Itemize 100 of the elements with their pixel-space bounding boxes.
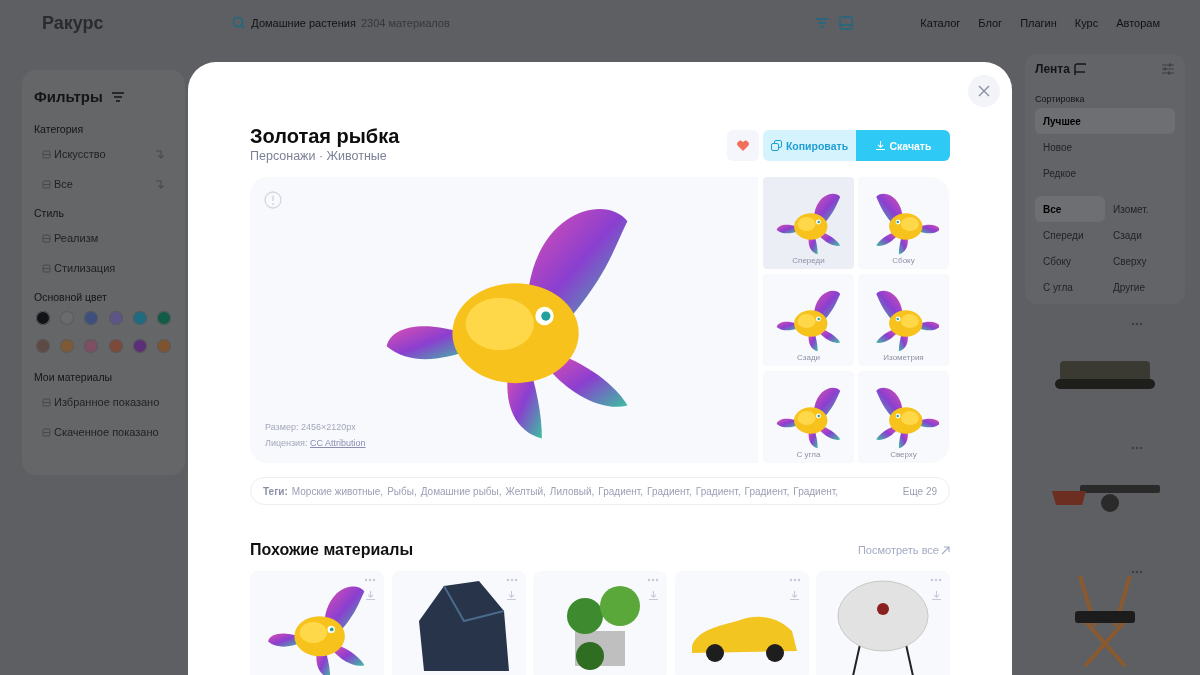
filter-item[interactable]: Скаченное показано: [34, 417, 173, 447]
view-thumbnail[interactable]: Сверху: [858, 371, 949, 463]
nav-link[interactable]: Блог: [978, 17, 1003, 29]
color-swatch[interactable]: [132, 339, 147, 353]
tag-link[interactable]: Рыбы,: [387, 485, 417, 497]
view-thumbnail[interactable]: Спереди: [763, 177, 854, 269]
fish-drawing: [776, 193, 840, 255]
color-swatch[interactable]: [84, 339, 99, 353]
section-heading: Основной цвет: [34, 291, 108, 303]
view-option[interactable]: Спереди: [1035, 222, 1105, 248]
breadcrumb: Персонажи · Животные: [250, 149, 388, 163]
square-icon: [42, 427, 51, 437]
favorite-button[interactable]: [727, 130, 759, 161]
download-icon: [874, 140, 886, 151]
square-icon: [42, 179, 51, 189]
material-title: Золотая рыбка: [250, 124, 400, 148]
tag-link[interactable]: Градиент,: [695, 485, 741, 497]
color-swatch[interactable]: [156, 339, 171, 353]
view-thumbnail[interactable]: Сбоку: [858, 177, 949, 269]
view-option[interactable]: Сзади: [1105, 222, 1175, 248]
view-option[interactable]: Изомет.: [1105, 196, 1175, 222]
license-link[interactable]: CC Attribution: [310, 438, 366, 448]
download-icon[interactable]: [506, 590, 517, 601]
tag-link[interactable]: Градиент,: [598, 485, 644, 497]
section-heading: Категория: [34, 123, 85, 135]
fish-drawing: [776, 387, 840, 449]
tag-link[interactable]: Градиент,: [647, 485, 692, 497]
more-icon[interactable]: [1131, 446, 1143, 450]
tag-link[interactable]: Желтый,: [505, 485, 546, 497]
square-icon: [42, 397, 51, 407]
close-button[interactable]: [968, 75, 1000, 107]
color-swatch[interactable]: [108, 339, 123, 353]
tag-link[interactable]: Градиент,: [793, 485, 839, 497]
thumbnail-label: Изометрия: [883, 353, 924, 362]
thumbnail-label: Сверху: [890, 450, 917, 459]
close-icon: [978, 85, 990, 97]
download-button[interactable]: Скачать: [856, 130, 950, 161]
download-icon[interactable]: [789, 590, 800, 601]
nav-link[interactable]: Авторам: [1116, 17, 1160, 29]
sort-option[interactable]: Редкое: [1035, 160, 1175, 186]
filter-item[interactable]: Искусство: [34, 139, 173, 169]
color-swatch[interactable]: [156, 311, 171, 325]
filter-icon[interactable]: [814, 16, 829, 30]
more-icon[interactable]: [788, 578, 801, 582]
color-swatch[interactable]: [108, 311, 123, 325]
color-swatch[interactable]: [36, 311, 50, 325]
section-heading: Стиль: [34, 207, 65, 219]
fish-drawing: [776, 290, 840, 352]
sort-option[interactable]: Лучшее: [1035, 108, 1175, 134]
copy-button[interactable]: Копировать: [763, 130, 856, 161]
more-tags-link[interactable]: Еще 29: [902, 485, 937, 497]
tags-label: Теги:: [263, 485, 288, 497]
more-icon[interactable]: [930, 578, 942, 582]
sort-option[interactable]: Новое: [1035, 134, 1175, 160]
view-option[interactable]: Все: [1035, 196, 1105, 222]
fish-drawing: [875, 193, 939, 255]
filter-item[interactable]: Реализм: [34, 223, 173, 253]
download-icon[interactable]: [364, 590, 376, 601]
search-icon: [232, 16, 247, 30]
panel-title: Фильтры: [34, 88, 103, 105]
more-icon[interactable]: [364, 578, 376, 582]
view-option[interactable]: Другие: [1105, 274, 1175, 300]
view-option[interactable]: Сбоку: [1035, 248, 1105, 274]
size-info: Размер: 2456×2120px: [265, 421, 357, 434]
filter-item[interactable]: Все: [34, 169, 173, 199]
more-icon[interactable]: [647, 578, 659, 582]
nav-link[interactable]: Плагин: [1020, 17, 1057, 29]
view-thumbnail[interactable]: С угла: [763, 371, 854, 463]
arrow-icon: [941, 545, 950, 555]
download-icon[interactable]: [647, 590, 659, 601]
square-icon: [42, 233, 51, 243]
tag-link[interactable]: Домашние рыбы,: [420, 485, 502, 497]
view-thumbnail[interactable]: Изометрия: [858, 274, 949, 366]
color-swatch[interactable]: [132, 311, 147, 325]
download-icon[interactable]: [930, 590, 942, 601]
material-card[interactable]: [674, 571, 809, 675]
more-icon[interactable]: [1131, 322, 1143, 326]
material-card[interactable]: [391, 571, 526, 675]
view-option[interactable]: Сверху: [1105, 248, 1175, 274]
tag-link[interactable]: Градиент,: [744, 485, 790, 497]
tag-link[interactable]: Морские животные,: [291, 485, 384, 497]
view-thumbnail[interactable]: Сзади: [763, 274, 854, 366]
color-swatch[interactable]: [60, 339, 75, 353]
tag-link[interactable]: Лиловый,: [549, 485, 595, 497]
more-icon[interactable]: [1131, 570, 1143, 574]
nav-link[interactable]: Курс: [1074, 17, 1099, 29]
view-option[interactable]: С угла: [1035, 274, 1105, 300]
see-all-link[interactable]: Посмотреть все: [857, 544, 950, 556]
fish-drawing: [875, 290, 939, 352]
info-icon[interactable]: [264, 191, 282, 209]
nav-link[interactable]: Каталог: [920, 17, 961, 29]
filter-item[interactable]: Стилизация: [34, 253, 173, 283]
settings-icon[interactable]: [1161, 62, 1175, 76]
color-swatch[interactable]: [84, 311, 99, 325]
color-swatch[interactable]: [36, 339, 50, 353]
filter-item[interactable]: Избранное показано: [34, 387, 173, 417]
panel-title: Лента: [1035, 62, 1070, 76]
section-heading: Мои материалы: [34, 371, 114, 383]
filter-icon: [110, 89, 125, 104]
more-icon[interactable]: [505, 578, 518, 582]
